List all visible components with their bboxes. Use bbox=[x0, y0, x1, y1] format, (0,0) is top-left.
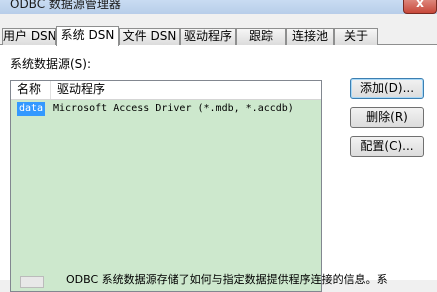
tab-about[interactable]: 关于 bbox=[334, 28, 378, 45]
column-header-name[interactable]: 名称 bbox=[11, 81, 51, 99]
add-button[interactable]: 添加(D)... bbox=[350, 78, 424, 99]
remove-button[interactable]: 删除(R) bbox=[350, 107, 424, 128]
close-button[interactable]: x bbox=[403, 0, 437, 14]
tab-connection-pooling[interactable]: 连接池 bbox=[286, 28, 334, 45]
tab-user-dsn[interactable]: 用户 DSN bbox=[2, 28, 56, 45]
tab-system-dsn[interactable]: 系统 DSN bbox=[56, 26, 119, 46]
system-dsn-panel: 系统数据源(S): 名称 驱动程序 data Microsoft Access … bbox=[0, 45, 437, 292]
column-header-driver[interactable]: 驱动程序 bbox=[51, 81, 321, 99]
title-bar: ODBC 数据源管理器 x bbox=[0, 0, 437, 14]
tab-tracing[interactable]: 跟踪 bbox=[236, 28, 286, 45]
list-header: 名称 驱动程序 bbox=[11, 81, 321, 100]
window-title: ODBC 数据源管理器 bbox=[10, 0, 121, 11]
close-icon: x bbox=[416, 0, 424, 10]
list-item[interactable]: data Microsoft Access Driver (*.mdb, *.a… bbox=[11, 101, 321, 117]
info-icon bbox=[20, 276, 44, 288]
description-text: ODBC 系统数据源存储了如何与指定数据提供程序连接的信息。系 bbox=[66, 273, 388, 286]
data-source-name[interactable]: data bbox=[17, 102, 46, 116]
tab-drivers[interactable]: 驱动程序 bbox=[180, 28, 236, 45]
tab-file-dsn[interactable]: 文件 DSN bbox=[119, 28, 180, 45]
system-data-sources-label: 系统数据源(S): bbox=[10, 57, 92, 71]
data-source-list[interactable]: 名称 驱动程序 data Microsoft Access Driver (*.… bbox=[10, 80, 322, 292]
data-source-driver: Microsoft Access Driver (*.mdb, *.accdb) bbox=[53, 103, 294, 114]
tab-bar: 用户 DSN 系统 DSN 文件 DSN 驱动程序 跟踪 连接池 关于 bbox=[0, 26, 437, 46]
configure-button[interactable]: 配置(C)... bbox=[350, 136, 424, 157]
